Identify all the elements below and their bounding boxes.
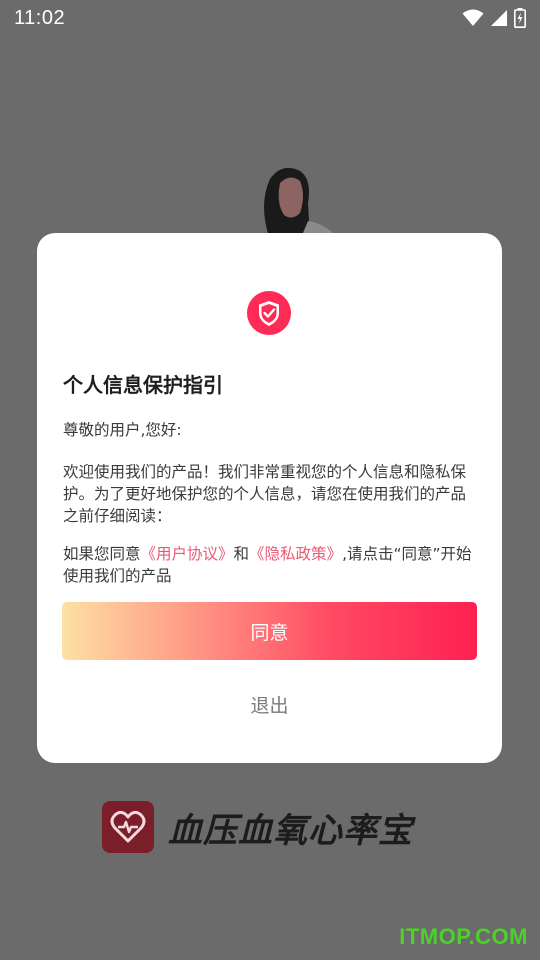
user-agreement-link[interactable]: 《用户协议》 [141, 545, 234, 563]
app-name: 血压血氧心率宝 [168, 810, 413, 851]
privacy-policy-link[interactable]: 《隐私政策》 [249, 545, 342, 563]
privacy-dialog: 个人信息保护指引 尊敬的用户,您好: 欢迎使用我们的产品！我们非常重视您的个人信… [37, 233, 502, 763]
consent-prefix: 如果您同意 [63, 545, 141, 563]
wifi-icon [462, 9, 484, 26]
app-logo: 血压血氧心率宝 [102, 800, 413, 854]
app-logo-badge [102, 801, 154, 853]
dialog-title: 个人信息保护指引 [63, 373, 223, 397]
consent-and: 和 [233, 545, 250, 563]
signal-icon [491, 10, 507, 26]
greeting-text: 尊敬的用户,您好: [63, 421, 182, 439]
heart-pulse-icon [110, 810, 146, 843]
body-text: 欢迎使用我们的产品！我们非常重视您的个人信息和隐私保护。为了更好地保护您的个人信… [63, 463, 467, 525]
agree-button[interactable]: 同意 [62, 602, 477, 660]
illustration-woman [264, 167, 340, 240]
status-bar: 11:02 [0, 0, 540, 36]
status-icons [462, 8, 526, 28]
status-time: 11:02 [14, 6, 66, 29]
consent-text: 如果您同意《用户协议》和《隐私政策》,请点击“同意”开始使用我们的产品 [63, 543, 477, 587]
shield-check-icon [247, 291, 291, 335]
watermark-text: ITMOP.COM [399, 924, 528, 949]
battery-charging-icon [514, 8, 526, 28]
exit-button[interactable]: 退出 [217, 686, 322, 722]
